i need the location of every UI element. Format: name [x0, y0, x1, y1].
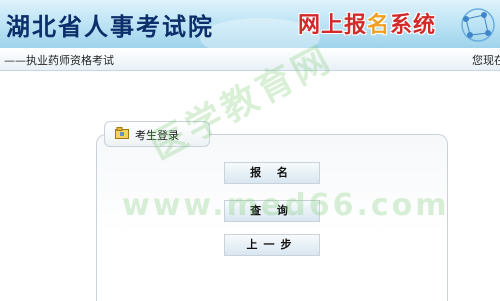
tab-label: 考生登录: [135, 129, 179, 142]
welcome-text: 您现在: [472, 54, 500, 67]
site-title: 湖北省人事考试院: [6, 12, 214, 41]
exam-subtitle: ——执业药师资格考试: [4, 54, 114, 67]
network-icon: [461, 8, 495, 42]
header-banner: 湖北省人事考试院 网上报名系统: [0, 0, 500, 48]
system-title: 网上报名系统: [298, 7, 436, 39]
login-icon: [115, 127, 129, 139]
back-button[interactable]: 上一步: [224, 234, 320, 256]
system-title-part-2: 名: [367, 13, 391, 38]
register-button[interactable]: 报 名: [224, 162, 320, 184]
tab-candidate-login[interactable]: 考生登录: [104, 121, 210, 147]
sub-bar: ——执业药师资格考试 您现在: [0, 48, 500, 71]
query-button[interactable]: 查 询: [224, 200, 320, 222]
system-title-part-1: 网上报: [298, 13, 368, 38]
system-title-part-3: 系统: [390, 13, 437, 38]
